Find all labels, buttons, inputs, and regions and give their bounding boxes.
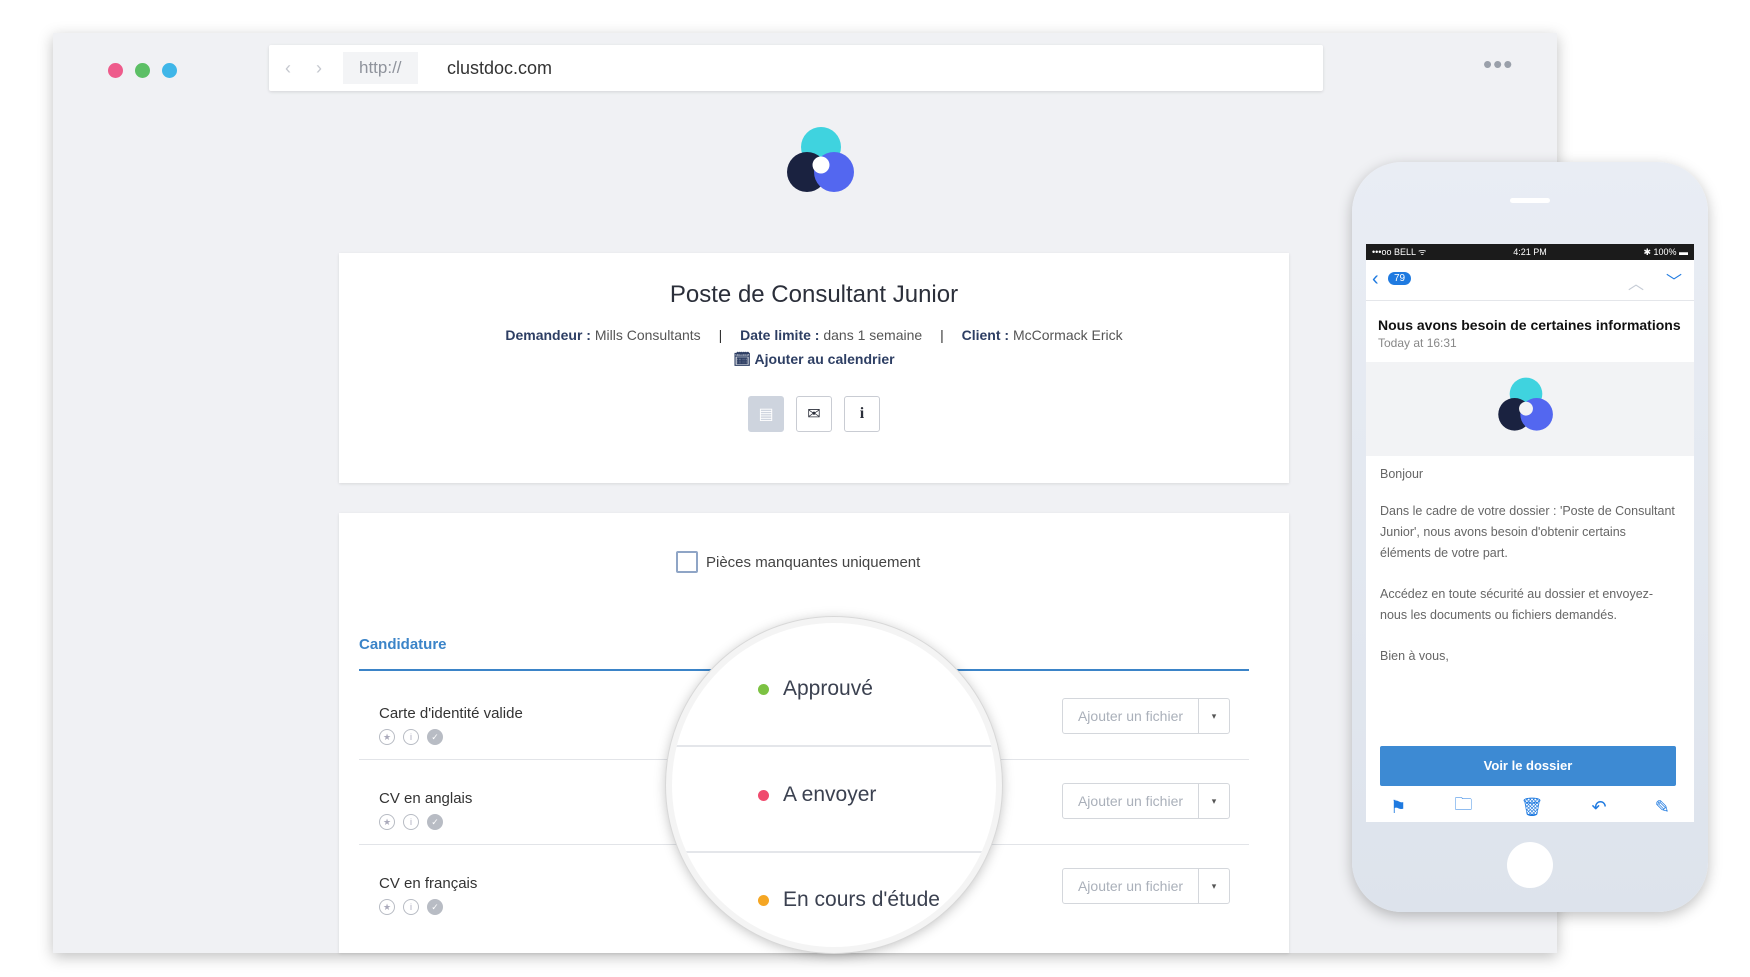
client-value: McCormack Erick bbox=[1012, 327, 1123, 343]
home-button[interactable] bbox=[1507, 842, 1553, 888]
clustdoc-logo bbox=[1498, 377, 1553, 431]
info-icon[interactable]: i bbox=[403, 814, 419, 830]
more-menu-icon[interactable]: ••• bbox=[1483, 51, 1513, 77]
add-file-label[interactable]: Ajouter un fichier bbox=[1063, 784, 1199, 818]
missing-only-filter[interactable]: Pièces manquantes uniquement bbox=[676, 551, 920, 573]
phone-status-bar: •••oo BELL ᯤ 4:21 PM ✱ 100% ▬ bbox=[1366, 244, 1694, 260]
meta-separator: | bbox=[718, 327, 723, 343]
chevron-down-icon[interactable]: ▾ bbox=[1199, 784, 1229, 818]
mail-subject: Nous avons besoin de certaines informati… bbox=[1378, 317, 1681, 333]
status-divider bbox=[672, 745, 996, 747]
chevron-down-icon[interactable]: ﹀ bbox=[1666, 268, 1682, 292]
status-label: Approuvé bbox=[783, 677, 873, 700]
add-file-button[interactable]: Ajouter un fichier ▾ bbox=[1062, 868, 1230, 904]
dossier-meta: Demandeur : Mills Consultants | Date lim… bbox=[339, 327, 1289, 343]
chevron-up-icon[interactable]: ︿ bbox=[1628, 270, 1644, 294]
status-magnifier: Approuvé A envoyer En cours d'étude bbox=[666, 617, 1002, 953]
compose-icon[interactable]: ✎ bbox=[1655, 797, 1670, 818]
deadline-label: Date limite : bbox=[740, 327, 820, 343]
mail-icon: ✉ bbox=[807, 406, 821, 423]
add-to-calendar-label: Ajouter au calendrier bbox=[754, 351, 895, 367]
info-icon: i bbox=[859, 405, 865, 422]
mail-paragraph: Dans le cadre de votre dossier : 'Poste … bbox=[1380, 504, 1675, 560]
star-icon[interactable]: ★ bbox=[379, 899, 395, 915]
check-icon[interactable]: ✓ bbox=[427, 899, 443, 915]
status-option-approved[interactable]: Approuvé bbox=[758, 677, 873, 701]
missing-only-label: Pièces manquantes uniquement bbox=[706, 553, 921, 571]
document-row-icons: ★ i ✓ bbox=[379, 814, 443, 830]
battery-status: ✱ 100% ▬ bbox=[1643, 247, 1688, 257]
info-button[interactable]: i bbox=[844, 396, 880, 432]
add-file-button[interactable]: Ajouter un fichier ▾ bbox=[1062, 783, 1230, 819]
phone-speaker bbox=[1510, 198, 1550, 203]
mail-navbar: ‹ 79 ︿ ﹀ bbox=[1366, 260, 1694, 301]
flag-icon[interactable]: ⚑ bbox=[1390, 797, 1406, 818]
address-bar[interactable]: ‹ › http:// clustdoc.com bbox=[269, 45, 1323, 91]
add-file-button[interactable]: Ajouter un fichier ▾ bbox=[1062, 698, 1230, 734]
missing-only-checkbox[interactable] bbox=[676, 551, 698, 573]
back-icon[interactable]: ‹ bbox=[1372, 269, 1379, 289]
clustdoc-logo bbox=[783, 125, 859, 206]
deadline-value: dans 1 semaine bbox=[823, 327, 923, 343]
dossier-title: Poste de Consultant Junior bbox=[669, 281, 959, 308]
mail-body: Bonjour Dans le cadre de votre dossier :… bbox=[1366, 456, 1694, 695]
folder-icon[interactable]: 🗀 bbox=[1454, 792, 1472, 822]
document-label: CV en anglais bbox=[379, 790, 473, 807]
chevron-down-icon[interactable]: ▾ bbox=[1199, 869, 1229, 903]
close-dot[interactable] bbox=[108, 63, 123, 78]
status-label: En cours d'étude bbox=[783, 888, 940, 911]
maximize-dot[interactable] bbox=[162, 63, 177, 78]
document-row-icons: ★ i ✓ bbox=[379, 899, 443, 915]
add-file-label[interactable]: Ajouter un fichier bbox=[1063, 869, 1199, 903]
trash-icon[interactable]: 🗑︎ bbox=[1521, 797, 1544, 818]
status-divider bbox=[672, 851, 996, 853]
document-view-button[interactable]: ▤ bbox=[748, 396, 784, 432]
status-dot-green bbox=[758, 683, 769, 695]
status-label: A envoyer bbox=[783, 783, 877, 806]
dossier-action-buttons: ▤ ✉ i bbox=[339, 396, 1289, 432]
info-icon[interactable]: i bbox=[403, 729, 419, 745]
reply-icon[interactable]: ↶ bbox=[1592, 797, 1607, 818]
info-icon[interactable]: i bbox=[403, 899, 419, 915]
mail-toolbar: ⚑ 🗀 🗑︎ ↶ ✎ bbox=[1366, 792, 1694, 822]
client-label: Client : bbox=[961, 327, 1010, 343]
add-file-label[interactable]: Ajouter un fichier bbox=[1063, 699, 1199, 733]
status-option-in-review[interactable]: En cours d'étude bbox=[758, 888, 940, 912]
document-label: Carte d'identité valide bbox=[379, 705, 523, 722]
meta-separator: | bbox=[940, 327, 944, 343]
mail-greeting: Bonjour bbox=[1380, 467, 1424, 481]
minimize-dot[interactable] bbox=[135, 63, 150, 78]
add-to-calendar-link[interactable]: 🗓︎ Ajouter au calendrier bbox=[339, 351, 1289, 368]
star-icon[interactable]: ★ bbox=[379, 729, 395, 745]
requester-value: Mills Consultants bbox=[594, 327, 701, 343]
tab-candidature[interactable]: Candidature bbox=[359, 636, 447, 653]
check-icon[interactable]: ✓ bbox=[427, 729, 443, 745]
star-icon[interactable]: ★ bbox=[379, 814, 395, 830]
url-domain[interactable]: clustdoc.com bbox=[447, 45, 552, 91]
chevron-down-icon[interactable]: ▾ bbox=[1199, 699, 1229, 733]
status-dot-red bbox=[758, 789, 769, 801]
phone-mockup: •••oo BELL ᯤ 4:21 PM ✱ 100% ▬ ‹ 79 ︿ ﹀ N… bbox=[1352, 162, 1708, 912]
check-icon[interactable]: ✓ bbox=[427, 814, 443, 830]
status-dot-orange bbox=[758, 894, 769, 906]
requester-label: Demandeur : bbox=[505, 327, 591, 343]
mail-button[interactable]: ✉ bbox=[796, 396, 832, 432]
calendar-icon: 🗓︎ bbox=[733, 351, 752, 367]
mail-timestamp: Today at 16:31 bbox=[1378, 336, 1457, 350]
mail-logo-banner bbox=[1366, 362, 1694, 456]
document-icon: ▤ bbox=[758, 406, 774, 423]
document-row-icons: ★ i ✓ bbox=[379, 729, 443, 745]
unread-badge[interactable]: 79 bbox=[1388, 272, 1412, 285]
status-option-to-send[interactable]: A envoyer bbox=[758, 783, 876, 807]
mail-signoff: Bien à vous, bbox=[1380, 649, 1449, 663]
url-protocol: http:// bbox=[343, 52, 418, 84]
nav-arrows-icon[interactable]: ‹ › bbox=[285, 58, 332, 79]
phone-screen: •••oo BELL ᯤ 4:21 PM ✱ 100% ▬ ‹ 79 ︿ ﹀ N… bbox=[1366, 244, 1694, 822]
window-controls bbox=[108, 63, 177, 78]
mail-paragraph: Accédez en toute sécurité au dossier et … bbox=[1380, 587, 1654, 622]
dossier-header-card: Poste de Consultant Junior Demandeur : M… bbox=[339, 253, 1289, 483]
view-dossier-button[interactable]: Voir le dossier bbox=[1380, 746, 1676, 786]
document-label: CV en français bbox=[379, 875, 478, 892]
